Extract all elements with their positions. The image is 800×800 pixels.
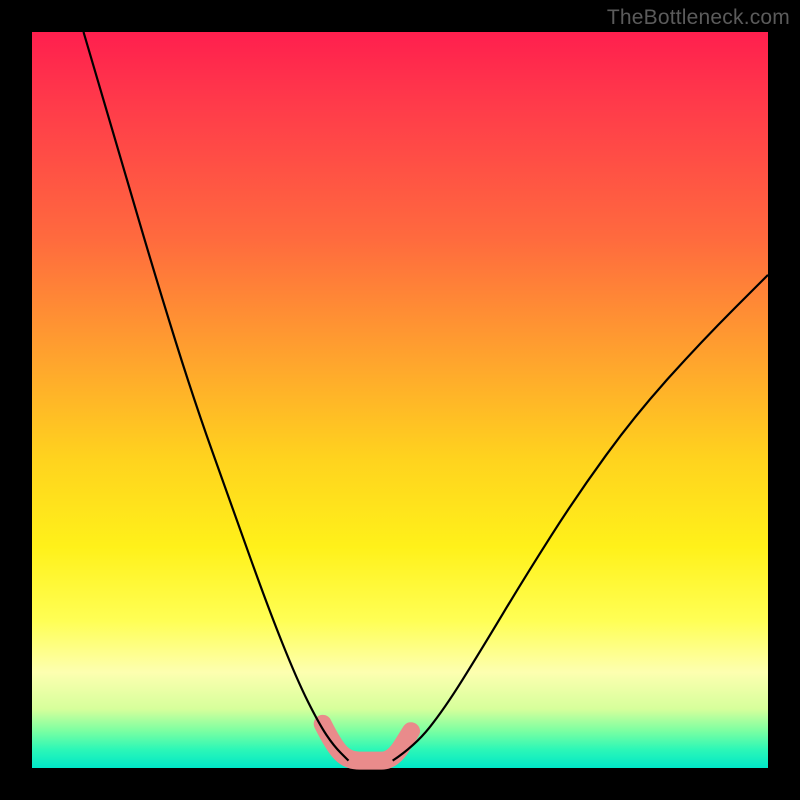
chart-frame: TheBottleneck.com (0, 0, 800, 800)
left-curve-path (84, 32, 349, 761)
attribution-label: TheBottleneck.com (607, 6, 790, 30)
plot-area (32, 32, 768, 768)
right-curve-path (393, 275, 768, 761)
chart-svg (32, 32, 768, 768)
valley-band-path (323, 724, 411, 761)
